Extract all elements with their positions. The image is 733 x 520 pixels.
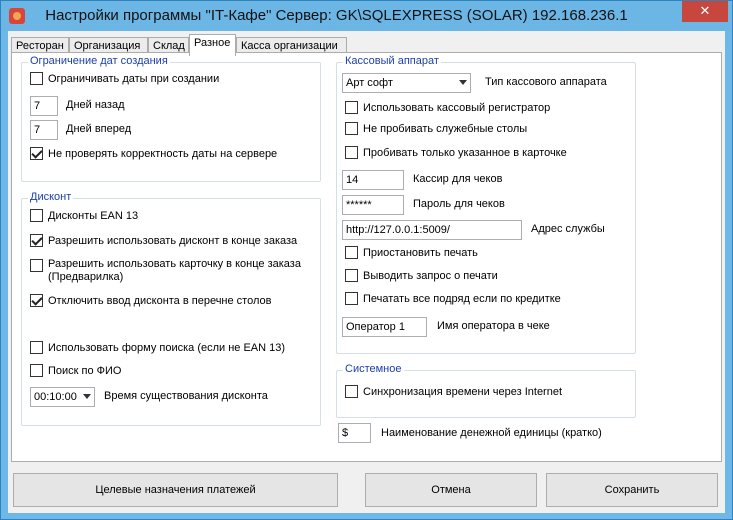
use-register-checkbox[interactable] xyxy=(345,101,358,114)
discount-lifetime-input[interactable]: 00:10:00 xyxy=(30,387,95,407)
discount-group: Дисконт Дисконты EAN 13 Разрешить исполь… xyxy=(21,191,321,426)
allow-end-label: Разрешить использовать дисконт в конце з… xyxy=(48,234,298,247)
ean13-checkbox[interactable] xyxy=(30,209,43,222)
date-limit-title: Ограничение дат создания xyxy=(28,55,170,67)
currency-label: Наименование денежной единицы (кратко) xyxy=(381,427,602,439)
disable-in-tables-row[interactable]: Отключить ввод дисконта в перечне столов xyxy=(30,294,271,307)
password-label: Пароль для чеков xyxy=(413,198,505,210)
sync-time-row[interactable]: Синхронизация времени через Internet xyxy=(345,385,562,398)
tab-misc[interactable]: Разное xyxy=(189,34,236,56)
system-group: Системное Синхронизация времени через In… xyxy=(336,363,636,418)
days-back-input[interactable]: 7 xyxy=(30,96,58,116)
no-check-row[interactable]: Не проверять корректность даты на сервер… xyxy=(30,147,277,160)
only-in-card-row[interactable]: Пробивать только указанное в карточке xyxy=(345,146,567,159)
close-button[interactable]: ✕ xyxy=(682,1,728,22)
cash-register-title: Кассовый аппарат xyxy=(343,55,441,67)
date-limit-group: Ограничение дат создания Ограничивать да… xyxy=(21,55,321,182)
no-service-tables-row[interactable]: Не пробивать служебные столы xyxy=(345,122,527,135)
allow-card-checkbox[interactable] xyxy=(30,259,43,272)
pause-print-checkbox[interactable] xyxy=(345,246,358,259)
window-title: Настройки программы "IT-Кафе" Сервер: GK… xyxy=(45,7,628,24)
cashier-input[interactable]: 14 xyxy=(342,170,404,190)
days-forward-input[interactable]: 7 xyxy=(30,120,58,140)
device-type-label: Тип кассового аппарата xyxy=(485,76,607,88)
system-title: Системное xyxy=(343,363,404,375)
device-type-select[interactable]: Арт софт xyxy=(342,73,471,93)
operator-input[interactable]: Оператор 1 xyxy=(342,317,427,337)
no-check-label: Не проверять корректность даты на сервер… xyxy=(48,147,278,160)
limit-dates-label: Ограничивать даты при создании xyxy=(48,72,220,85)
print-all-credit-label: Печатать все подряд если по кредитке xyxy=(363,292,561,305)
ean13-label: Дисконты EAN 13 xyxy=(48,209,139,222)
use-register-row[interactable]: Использовать кассовый регистратор xyxy=(345,101,550,114)
days-forward-label: Дней вперед xyxy=(66,123,132,135)
device-type-value: Арт софт xyxy=(346,77,393,89)
allow-card-row[interactable]: Разрешить использовать карточку в конце … xyxy=(30,258,301,284)
only-in-card-label: Пробивать только указанное в карточке xyxy=(363,146,567,159)
sync-time-label: Синхронизация времени через Internet xyxy=(363,385,563,398)
allow-end-row[interactable]: Разрешить использовать дисконт в конце з… xyxy=(30,234,297,247)
search-form-row[interactable]: Использовать форму поиска (если не EAN 1… xyxy=(30,341,285,354)
chevron-down-icon xyxy=(459,80,467,85)
sync-time-checkbox[interactable] xyxy=(345,385,358,398)
allow-card-label-line2: (Предварилка) xyxy=(48,271,124,283)
save-button[interactable]: Сохранить xyxy=(546,473,718,507)
search-form-label: Использовать форму поиска (если не EAN 1… xyxy=(48,341,286,354)
ean13-row[interactable]: Дисконты EAN 13 xyxy=(30,209,138,222)
cashier-label: Кассир для чеков xyxy=(413,173,503,185)
discount-lifetime-value: 00:10:00 xyxy=(34,391,77,403)
title-bar[interactable]: Настройки программы "IT-Кафе" Сервер: GK… xyxy=(1,1,732,31)
no-service-tables-checkbox[interactable] xyxy=(345,122,358,135)
no-service-tables-label: Не пробивать служебные столы xyxy=(363,122,528,135)
settings-window: Настройки программы "IT-Кафе" Сервер: GK… xyxy=(0,0,733,520)
no-check-checkbox[interactable] xyxy=(30,147,43,160)
service-url-input[interactable]: http://127.0.0.1:5009/ xyxy=(342,220,522,240)
days-back-label: Дней назад xyxy=(66,99,125,111)
print-all-credit-checkbox[interactable] xyxy=(345,292,358,305)
chevron-down-icon[interactable] xyxy=(83,394,91,399)
only-in-card-checkbox[interactable] xyxy=(345,146,358,159)
pause-print-label: Приостановить печать xyxy=(363,246,478,259)
cancel-button[interactable]: Отмена xyxy=(365,473,537,507)
print-prompt-label: Выводить запрос о печати xyxy=(363,269,498,282)
limit-dates-checkbox[interactable] xyxy=(30,72,43,85)
search-fio-label: Поиск по ФИО xyxy=(48,364,122,377)
disable-in-tables-label: Отключить ввод дисконта в перечне столов xyxy=(48,294,272,307)
search-form-checkbox[interactable] xyxy=(30,341,43,354)
currency-input[interactable]: $ xyxy=(338,423,371,443)
cash-register-group: Кассовый аппарат Арт софт Тип кассового … xyxy=(336,55,636,354)
payment-purposes-button[interactable]: Целевые назначения платежей xyxy=(13,473,338,507)
password-input[interactable]: ****** xyxy=(342,195,404,215)
allow-card-label-line1: Разрешить использовать карточку в конце … xyxy=(48,258,301,270)
print-prompt-row[interactable]: Выводить запрос о печати xyxy=(345,269,498,282)
search-fio-checkbox[interactable] xyxy=(30,364,43,377)
print-prompt-checkbox[interactable] xyxy=(345,269,358,282)
search-fio-row[interactable]: Поиск по ФИО xyxy=(30,364,122,377)
pause-print-row[interactable]: Приостановить печать xyxy=(345,246,478,259)
disable-in-tables-checkbox[interactable] xyxy=(30,294,43,307)
client-area: Ресторан Организация Склад Разное Касса … xyxy=(8,31,725,513)
use-register-label: Использовать кассовый регистратор xyxy=(363,101,551,114)
limit-dates-row[interactable]: Ограничивать даты при создании xyxy=(30,72,219,85)
allow-card-label: Разрешить использовать карточку в конце … xyxy=(48,258,301,284)
tab-page-misc: Ограничение дат создания Ограничивать да… xyxy=(11,52,722,462)
operator-label: Имя оператора в чеке xyxy=(437,320,550,332)
service-url-label: Адрес службы xyxy=(531,223,605,235)
discount-lifetime-label: Время существования дисконта xyxy=(104,390,268,402)
print-all-credit-row[interactable]: Печатать все подряд если по кредитке xyxy=(345,292,561,305)
discount-title: Дисконт xyxy=(28,191,74,203)
allow-end-checkbox[interactable] xyxy=(30,234,43,247)
